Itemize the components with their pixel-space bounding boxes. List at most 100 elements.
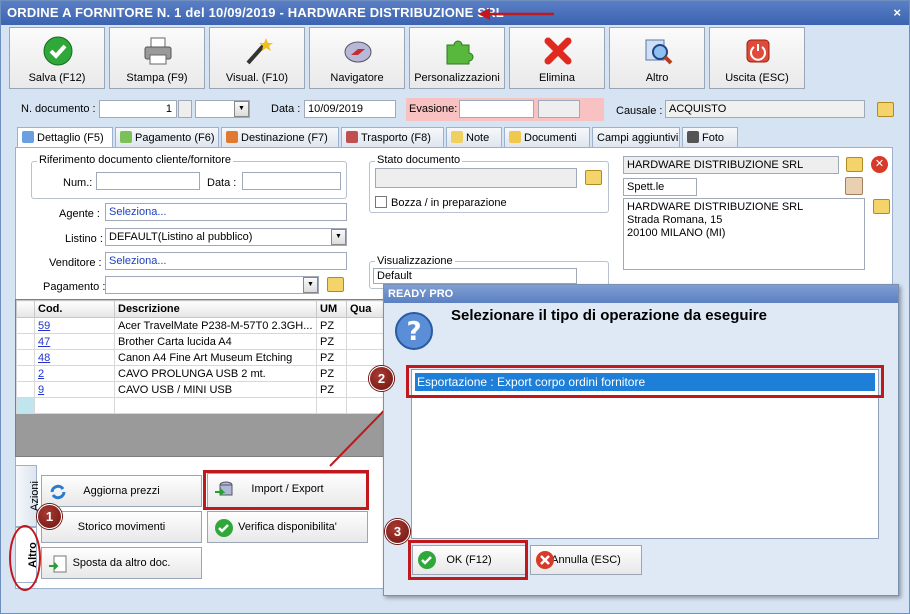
view-title: Visualizzazione — [375, 255, 455, 267]
row-selector[interactable] — [16, 333, 35, 350]
column-header-cod[interactable]: Cod. — [34, 300, 115, 318]
tab-documenti[interactable]: Documenti — [504, 127, 590, 148]
tab-note-label: Note — [466, 132, 490, 144]
cell-descrizione[interactable]: CAVO PROLUNGA USB 2 mt. — [114, 365, 317, 382]
column-header-quantita[interactable]: Qua — [346, 300, 384, 318]
cell-cod[interactable]: 59 — [34, 317, 115, 334]
customizations-button[interactable]: Personalizzazioni — [409, 27, 505, 89]
evasione-input[interactable] — [459, 100, 534, 118]
chevron-down-icon[interactable]: ▼ — [303, 277, 318, 293]
update-prices-button[interactable]: Aggiorna prezzi — [41, 475, 202, 507]
printer-icon — [144, 37, 172, 65]
empty-cell[interactable] — [34, 397, 115, 414]
chevron-down-icon[interactable]: ▼ — [331, 229, 346, 245]
question-icon: ? — [395, 312, 433, 350]
table-row[interactable]: 59 Acer TravelMate P238-M-57T0 2.3GH... PZ — [16, 317, 384, 334]
detail-icon — [22, 131, 34, 143]
chevron-down-icon[interactable]: ▼ — [234, 101, 249, 117]
tab-pagamento[interactable]: Pagamento (F6) — [115, 127, 219, 148]
cell-cod[interactable]: 2 — [34, 365, 115, 382]
order-window: ORDINE A FORNITORE N. 1 del 10/09/2019 -… — [0, 0, 910, 614]
dialog-question: Selezionare il tipo di operazione da ese… — [451, 307, 767, 324]
folder-icon[interactable] — [327, 277, 344, 292]
movement-history-button[interactable]: Storico movimenti — [41, 511, 202, 543]
date-input[interactable]: 10/09/2019 — [304, 100, 396, 118]
folder-icon[interactable] — [585, 170, 602, 185]
status-field[interactable] — [375, 168, 577, 188]
other-button[interactable]: Altro — [609, 27, 705, 89]
print-button[interactable]: Stampa (F9) — [109, 27, 205, 89]
pagamento-select[interactable] — [105, 276, 319, 294]
tab-foto[interactable]: Foto — [682, 127, 738, 148]
empty-cell[interactable] — [16, 397, 35, 414]
tab-dettaglio[interactable]: Dettaglio (F5) — [17, 127, 113, 149]
dialog-title: READY PRO — [384, 285, 898, 303]
step-badge-2: 2 — [369, 366, 394, 391]
cell-quantita[interactable] — [346, 349, 384, 366]
evasione-extra-input[interactable] — [538, 100, 580, 118]
cell-um[interactable]: PZ — [316, 317, 347, 334]
cell-cod[interactable]: 9 — [34, 381, 115, 398]
cell-quantita[interactable] — [346, 317, 384, 334]
delete-button[interactable]: Elimina — [509, 27, 605, 89]
spett-field[interactable]: Spett.le — [623, 178, 697, 196]
move-from-doc-button[interactable]: Sposta da altro doc. — [41, 547, 202, 579]
causale-input[interactable]: ACQUISTO — [665, 100, 865, 118]
save-button[interactable]: Salva (F12) — [9, 27, 105, 89]
supplier-name-field[interactable]: HARDWARE DISTRIBUZIONE SRL — [623, 156, 839, 174]
cell-um[interactable]: PZ — [316, 333, 347, 350]
cancel-label: Annulla (ESC) — [551, 554, 621, 566]
cell-cod[interactable]: 47 — [34, 333, 115, 350]
ndoc-suffix-input[interactable] — [178, 100, 192, 118]
folder-icon[interactable] — [877, 102, 894, 117]
address-box[interactable]: HARDWARE DISTRIBUZIONE SRL Strada Romana… — [623, 198, 865, 270]
venditore-field[interactable]: Seleziona... — [105, 252, 347, 270]
tab-trasporto[interactable]: Trasporto (F8) — [341, 127, 444, 148]
person-icon[interactable] — [845, 177, 863, 195]
operation-dialog: READY PRO ? Selezionare il tipo di opera… — [383, 284, 899, 596]
cell-quantita[interactable] — [346, 333, 384, 350]
empty-cell[interactable] — [114, 397, 317, 414]
folder-icon[interactable] — [846, 157, 863, 172]
column-header-descrizione[interactable]: Descrizione — [114, 300, 317, 318]
cell-descrizione[interactable]: Canon A4 Fine Art Museum Etching — [114, 349, 317, 366]
listino-select[interactable]: DEFAULT(Listino al pubblico) — [105, 228, 347, 246]
cancel-button[interactable]: Annulla (ESC) — [530, 545, 642, 575]
tab-dettaglio-label: Dettaglio (F5) — [37, 132, 104, 144]
cell-descrizione[interactable]: CAVO USB / MINI USB — [114, 381, 317, 398]
folder-icon[interactable] — [873, 199, 890, 214]
cell-um[interactable]: PZ — [316, 349, 347, 366]
cell-descrizione[interactable]: Brother Carta lucida A4 — [114, 333, 317, 350]
ref-date-input[interactable] — [242, 172, 341, 190]
navigator-button[interactable]: Navigatore — [309, 27, 405, 89]
remove-icon[interactable]: ✕ — [871, 156, 888, 173]
check-availability-button[interactable]: Verifica disponibilita' — [207, 511, 368, 543]
preview-button[interactable]: Visual. (F10) — [209, 27, 305, 89]
row-selector[interactable] — [16, 317, 35, 334]
row-selector[interactable] — [16, 365, 35, 382]
tab-note[interactable]: Note — [446, 127, 502, 148]
cell-cod[interactable]: 48 — [34, 349, 115, 366]
exit-button[interactable]: Uscita (ESC) — [709, 27, 805, 89]
ndoc-input[interactable]: 1 — [99, 100, 177, 118]
row-selector[interactable] — [16, 349, 35, 366]
table-row[interactable]: 47 Brother Carta lucida A4 PZ — [16, 333, 384, 350]
table-row[interactable]: 48 Canon A4 Fine Art Museum Etching PZ — [16, 349, 384, 366]
tab-destinazione[interactable]: Destinazione (F7) — [221, 127, 339, 148]
bozza-checkbox[interactable] — [375, 196, 387, 208]
annotation-box-import — [203, 470, 369, 510]
tab-azioni[interactable]: Azioni — [15, 465, 41, 527]
agente-field[interactable]: Seleziona... — [105, 203, 347, 221]
view-select[interactable]: Default — [373, 268, 577, 284]
annotation-arrow-title — [478, 8, 554, 20]
refresh-icon — [50, 484, 66, 500]
row-selector[interactable] — [16, 381, 35, 398]
close-icon[interactable]: × — [893, 1, 901, 25]
tab-foto-label: Foto — [702, 132, 725, 144]
column-header-um[interactable]: UM — [316, 300, 347, 318]
cell-descrizione[interactable]: Acer TravelMate P238-M-57T0 2.3GH... — [114, 317, 317, 334]
movement-history-label: Storico movimenti — [77, 521, 166, 533]
tab-campi-aggiuntivi[interactable]: Campi aggiuntivi — [592, 127, 680, 148]
ref-num-input[interactable] — [96, 172, 200, 190]
tab-documenti-label: Documenti — [524, 132, 577, 144]
